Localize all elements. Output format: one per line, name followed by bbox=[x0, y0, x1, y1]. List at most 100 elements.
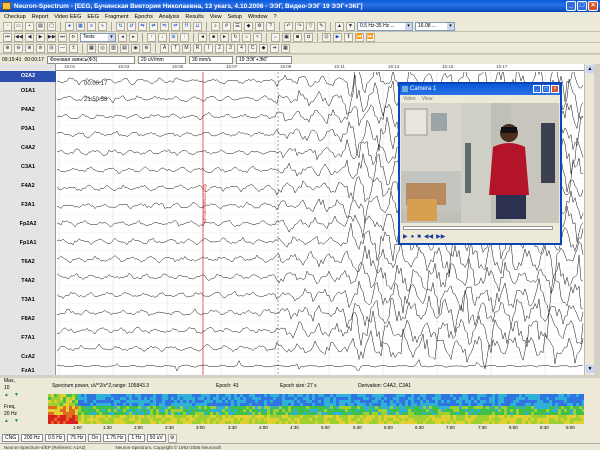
spectrogram[interactable] bbox=[48, 394, 584, 424]
record-icon[interactable]: ● bbox=[65, 21, 74, 31]
play-icon[interactable]: ▶ bbox=[333, 32, 342, 42]
open-icon[interactable]: ▭ bbox=[14, 21, 23, 31]
arrow-right-icon[interactable]: ➜ bbox=[270, 43, 279, 53]
split-icon[interactable]: ⫶ bbox=[180, 32, 189, 42]
camera-maximize-button[interactable]: □ bbox=[542, 85, 550, 93]
text-a-icon[interactable]: A bbox=[160, 43, 169, 53]
ruler-icon[interactable]: ⊞ bbox=[169, 32, 178, 42]
text-t-icon[interactable]: T bbox=[171, 43, 180, 53]
scale-icon[interactable]: ⊟ bbox=[47, 43, 56, 53]
menu-checkup[interactable]: Checkup bbox=[4, 14, 26, 20]
channel-label[interactable]: C3A1 bbox=[0, 158, 56, 177]
menu-setup[interactable]: Setup bbox=[228, 14, 242, 20]
channel-label[interactable]: P3A1 bbox=[0, 120, 56, 139]
montage-combo[interactable]: 16.08 ... ▾ bbox=[415, 21, 455, 31]
time-down-icon[interactable]: ⊘ bbox=[36, 43, 45, 53]
camera-menu-view[interactable]: View bbox=[422, 95, 433, 103]
speed-select[interactable]: 30 mm/s bbox=[188, 55, 233, 64]
undo-icon[interactable]: ↶ bbox=[284, 21, 293, 31]
channel-label[interactable]: F4A2 bbox=[0, 177, 56, 196]
rewind-icon[interactable]: ◄ bbox=[198, 32, 207, 42]
camera-window[interactable]: Camera 1 _ □ × Video View ▶ ● ■ ◀◀ ▶▶ bbox=[398, 82, 562, 245]
camera-icon[interactable]: ◙ bbox=[293, 32, 302, 42]
time-up-icon[interactable]: ⊗ bbox=[25, 43, 34, 53]
montage-b-icon[interactable]: ⇵ bbox=[127, 21, 136, 31]
menu-fragment[interactable]: Fragment bbox=[105, 14, 129, 20]
max-down-icon[interactable]: ▼ bbox=[14, 392, 19, 398]
photic-icon[interactable]: ☼ bbox=[242, 32, 251, 42]
camera-minimize-button[interactable]: _ bbox=[533, 85, 541, 93]
preview-icon[interactable]: ▢ bbox=[47, 21, 56, 31]
maximize-button[interactable]: □ bbox=[577, 1, 587, 11]
wave-icon[interactable]: ∿ bbox=[98, 21, 107, 31]
text-c-icon[interactable]: C bbox=[248, 43, 257, 53]
camera-titlebar[interactable]: Camera 1 _ □ × bbox=[400, 84, 560, 95]
save-icon[interactable]: ▪ bbox=[25, 21, 34, 31]
text-4-icon[interactable]: 4 bbox=[237, 43, 246, 53]
scroll-up-icon[interactable]: ▲ bbox=[586, 65, 594, 73]
prev-page-icon[interactable]: ◀◀ bbox=[14, 32, 23, 42]
channel-label[interactable]: T6A2 bbox=[0, 253, 56, 272]
first-icon[interactable]: ⏮ bbox=[3, 32, 12, 42]
menu-report[interactable]: Report bbox=[32, 14, 49, 20]
diamond-icon[interactable]: ◆ bbox=[259, 43, 268, 53]
sync-icon[interactable]: ⇔ bbox=[271, 32, 280, 42]
last-icon[interactable]: ⏭ bbox=[58, 32, 67, 42]
camera-close-button[interactable]: × bbox=[551, 85, 559, 93]
notch-select[interactable]: 1.75 Hz bbox=[103, 434, 127, 442]
sensitivity-select[interactable]: 20 uV/mm bbox=[137, 55, 186, 64]
table2-icon[interactable]: ▦ bbox=[281, 43, 290, 53]
text-i-icon[interactable]: I bbox=[204, 43, 213, 53]
channel-label[interactable]: O2A2 bbox=[0, 71, 56, 82]
channel-label[interactable]: Fp2A2 bbox=[0, 215, 56, 234]
montage-e-icon[interactable]: ⇋ bbox=[160, 21, 169, 31]
spectrum-settings-icon[interactable]: ⚙ bbox=[167, 433, 177, 443]
down-icon[interactable]: ↓ bbox=[158, 32, 167, 42]
menu-eeg[interactable]: EEG bbox=[87, 14, 99, 20]
table-icon[interactable]: ▦ bbox=[87, 43, 96, 53]
scroll-down-icon[interactable]: ▼ bbox=[586, 365, 594, 373]
forward-icon[interactable]: ► bbox=[220, 32, 229, 42]
camera-rewind-icon[interactable]: ◀◀ bbox=[424, 233, 433, 240]
minimize-button[interactable]: _ bbox=[566, 1, 576, 11]
max-up-icon[interactable]: ▲ bbox=[4, 392, 9, 398]
zoom-icon[interactable]: ⌕ bbox=[211, 21, 220, 31]
tests-combo[interactable]: Tests ▾ bbox=[80, 32, 116, 42]
menu-epochs[interactable]: Epochs bbox=[135, 14, 153, 20]
freq-down-icon[interactable]: ▼ bbox=[14, 418, 19, 424]
arrow-down-icon[interactable]: ▼ bbox=[346, 21, 355, 31]
close-button[interactable]: × bbox=[588, 1, 598, 11]
notch-toggle[interactable]: On bbox=[88, 434, 102, 442]
loop-icon[interactable]: ↻ bbox=[231, 32, 240, 42]
camera-stop-icon[interactable]: ■ bbox=[417, 234, 421, 240]
channel-label[interactable]: F8A2 bbox=[0, 310, 56, 329]
baseline-icon[interactable]: — bbox=[58, 43, 67, 53]
histogram-icon[interactable]: ▤ bbox=[120, 43, 129, 53]
montage-select[interactable]: 19 ЭЭГ+ЭКГ bbox=[235, 55, 292, 64]
up-icon[interactable]: ↑ bbox=[147, 32, 156, 42]
montage-h-icon[interactable]: ⇊ bbox=[193, 21, 202, 31]
redo-icon[interactable]: ↷ bbox=[295, 21, 304, 31]
camera-record-icon[interactable]: ● bbox=[411, 234, 415, 240]
arrow-up-icon[interactable]: ▲ bbox=[335, 21, 344, 31]
list-icon[interactable]: ☰ bbox=[233, 21, 242, 31]
filter-icon[interactable]: ▽ bbox=[306, 21, 315, 31]
filter-combo[interactable]: 0.5 Hz-35 Hz ... ▾ bbox=[357, 21, 413, 31]
cng-button[interactable]: CNG bbox=[2, 434, 20, 442]
channel-label[interactable]: O1A1 bbox=[0, 82, 56, 101]
prev-test-icon[interactable]: ◂ bbox=[118, 32, 127, 42]
vertical-scrollbar[interactable]: ▲ ▼ bbox=[584, 64, 594, 375]
menu-help[interactable]: ? bbox=[273, 14, 276, 20]
channel-label[interactable]: C4A2 bbox=[0, 139, 56, 158]
lock-icon[interactable]: ⊡ bbox=[322, 32, 331, 42]
channel-label[interactable]: F7A1 bbox=[0, 329, 56, 348]
text-3-icon[interactable]: 3 bbox=[226, 43, 235, 53]
montage-g-icon[interactable]: ⇈ bbox=[182, 21, 191, 31]
hyperventilation-icon[interactable]: ≈ bbox=[253, 32, 262, 42]
next-icon[interactable]: ▶ bbox=[36, 32, 45, 42]
channel-label[interactable]: FzA1 bbox=[0, 367, 56, 375]
highpass-select[interactable]: 0.5 Hz bbox=[44, 434, 66, 442]
montage-d-icon[interactable]: ⇄ bbox=[149, 21, 158, 31]
menu-window[interactable]: Window bbox=[248, 14, 268, 20]
channel-label[interactable]: F3A1 bbox=[0, 196, 56, 215]
